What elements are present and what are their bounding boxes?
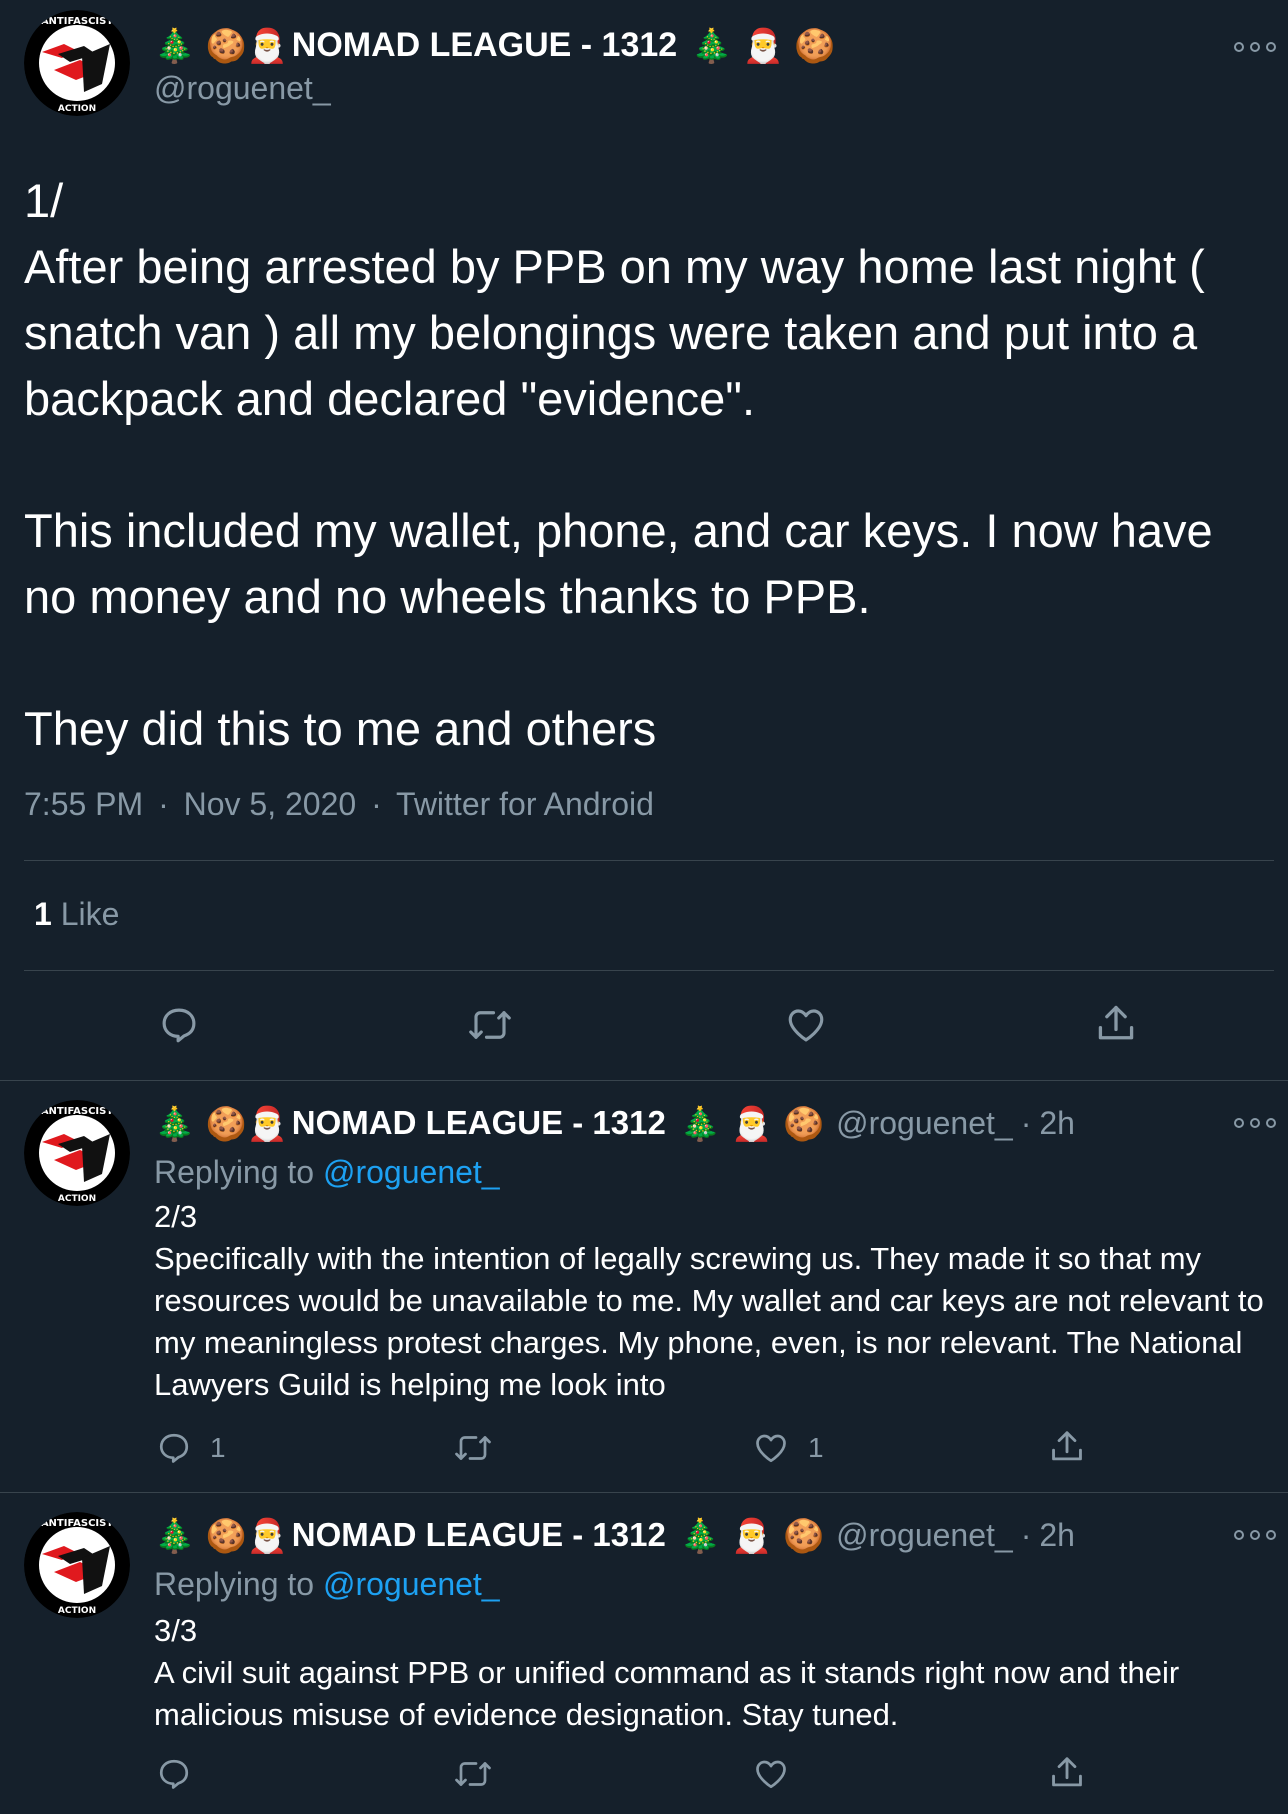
retweet-button[interactable]: [466, 1004, 514, 1046]
like-count: 1: [34, 896, 52, 932]
reply-icon: [159, 1759, 189, 1789]
display-name[interactable]: 🎄 🍪🎅 NOMAD LEAGUE - 1312 🎄 🎅 🍪: [154, 26, 835, 65]
retweet-button[interactable]: [452, 1756, 512, 1792]
avatar[interactable]: ANTIFASCIST ACTION: [24, 1512, 130, 1618]
avatar-text-bottom: ACTION: [58, 104, 96, 114]
emoji-prefix: 🎄 🍪🎅: [154, 26, 288, 65]
reply-button[interactable]: [156, 1756, 210, 1792]
like-button[interactable]: 1: [752, 1430, 824, 1466]
reply-handle[interactable]: @roguenet_: [836, 1105, 1013, 1142]
reply-age[interactable]: 2h: [1039, 1517, 1075, 1554]
retweet-icon: [469, 1011, 511, 1039]
share-icon: [1098, 1005, 1134, 1040]
emoji-suffix: 🎄 🎅 🍪: [679, 1103, 825, 1143]
reply-count: 1: [210, 1432, 226, 1463]
meta-separator: ·: [1020, 1104, 1032, 1141]
avatar-text-top: ANTIFASCIST: [41, 1518, 114, 1529]
meta-separator: ·: [1020, 1516, 1032, 1553]
reply-button[interactable]: [158, 1004, 200, 1046]
tweet-source[interactable]: Twitter for Android: [396, 786, 654, 822]
replying-to-link[interactable]: @roguenet_: [323, 1566, 500, 1602]
heart-icon: [788, 1009, 824, 1042]
reply-button[interactable]: 1: [156, 1430, 226, 1466]
divider: [0, 1080, 1288, 1081]
more-options-icon[interactable]: [1234, 1116, 1276, 1130]
avatar-text-bottom: ACTION: [58, 1194, 96, 1204]
retweet-button[interactable]: [452, 1430, 512, 1466]
more-options-icon[interactable]: [1234, 1528, 1276, 1542]
reply-icon: [159, 1433, 189, 1463]
divider: [24, 970, 1274, 971]
reply-text: 2/3 Specifically with the intention of l…: [154, 1196, 1264, 1406]
like-button[interactable]: [784, 1004, 828, 1046]
share-button[interactable]: [1048, 1754, 1086, 1792]
heart-icon: [756, 1434, 786, 1463]
share-icon: [1052, 1757, 1082, 1787]
like-button[interactable]: [752, 1756, 808, 1792]
reply-line: 3/3: [154, 1613, 198, 1648]
reply-line: Specifically with the intention of legal…: [154, 1241, 1264, 1402]
retweet-icon: [455, 1762, 491, 1786]
reply-header[interactable]: 🎄 🍪🎅 NOMAD LEAGUE - 1312 🎄 🎅 🍪 @roguenet…: [154, 1516, 1075, 1554]
emoji-prefix: 🎄 🍪🎅: [154, 1515, 288, 1555]
user-handle[interactable]: @roguenet_: [154, 70, 331, 107]
avatar-text-top: ANTIFASCIST: [41, 1106, 114, 1117]
tweet-meta: 7:55 PM · Nov 5, 2020 · Twitter for Andr…: [24, 786, 654, 823]
tweet-paragraph: They did this to me and others: [24, 702, 657, 755]
reply-line: 2/3: [154, 1199, 198, 1234]
display-name-text: NOMAD LEAGUE - 1312: [291, 1516, 666, 1553]
emoji-suffix: 🎄 🎅 🍪: [679, 1515, 825, 1555]
tweet-date[interactable]: Nov 5, 2020: [184, 786, 357, 822]
tweet-paragraph: After being arrested by PPB on my way ho…: [24, 240, 1205, 425]
share-button[interactable]: [1048, 1428, 1086, 1466]
replying-to: Replying to @roguenet_: [154, 1566, 500, 1603]
meta-separator: ·: [158, 786, 169, 822]
heart-icon: [756, 1760, 786, 1789]
tweet-text: 1/ After being arrested by PPB on my way…: [24, 168, 1264, 762]
replying-label: Replying to: [154, 1566, 315, 1602]
like-count: 1: [808, 1432, 824, 1463]
emoji-suffix: 🎄 🎅 🍪: [691, 26, 836, 65]
avatar[interactable]: ANTIFASCIST ACTION: [24, 10, 130, 116]
replying-to-link[interactable]: @roguenet_: [323, 1154, 500, 1190]
reply-icon: [162, 1008, 196, 1043]
emoji-prefix: 🎄 🍪🎅: [154, 1103, 288, 1143]
tweet-paragraph: 1/: [24, 174, 64, 227]
likes-summary[interactable]: 1 Like: [34, 896, 119, 933]
divider: [0, 1492, 1288, 1493]
tweet-paragraph: This included my wallet, phone, and car …: [24, 504, 1213, 623]
tweet-paragraph-gap: [24, 630, 1264, 696]
display-name-text: NOMAD LEAGUE - 1312: [291, 1104, 666, 1141]
reply-header[interactable]: 🎄 🍪🎅 NOMAD LEAGUE - 1312 🎄 🎅 🍪 @roguenet…: [154, 1104, 1075, 1142]
reply-age[interactable]: 2h: [1039, 1105, 1075, 1142]
retweet-icon: [455, 1436, 491, 1460]
more-options-icon[interactable]: [1234, 40, 1276, 54]
reply-handle[interactable]: @roguenet_: [836, 1517, 1013, 1554]
meta-separator: ·: [371, 786, 382, 822]
replying-label: Replying to: [154, 1154, 315, 1190]
avatar[interactable]: ANTIFASCIST ACTION: [24, 1100, 130, 1206]
reply-line: A civil suit against PPB or unified comm…: [154, 1655, 1180, 1732]
reply-text: 3/3 A civil suit against PPB or unified …: [154, 1610, 1264, 1736]
tweet-time[interactable]: 7:55 PM: [24, 786, 143, 822]
avatar-text-top: ANTIFASCIST: [41, 16, 114, 27]
like-label: Like: [60, 896, 120, 932]
share-icon: [1052, 1431, 1082, 1461]
display-name-text: NOMAD LEAGUE - 1312: [291, 26, 678, 64]
divider: [24, 860, 1274, 861]
share-button[interactable]: [1094, 1002, 1138, 1046]
avatar-text-bottom: ACTION: [58, 1606, 96, 1616]
replying-to: Replying to @roguenet_: [154, 1154, 500, 1191]
tweet-paragraph-gap: [24, 432, 1264, 498]
